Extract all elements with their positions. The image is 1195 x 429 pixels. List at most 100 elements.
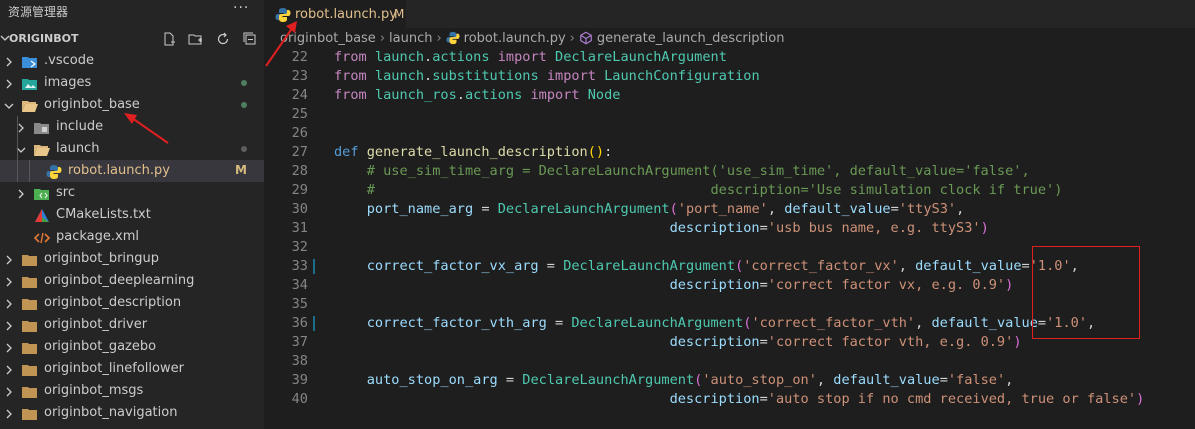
line-number: 28 xyxy=(291,163,308,179)
code-line[interactable]: 22 from launch.actions import DeclareLaun… xyxy=(264,48,1195,67)
chevron-right-icon[interactable] xyxy=(4,340,14,354)
tree-item[interactable]: originbot_description xyxy=(0,292,264,314)
chevron-right-icon[interactable] xyxy=(4,252,14,266)
chevron-right-icon[interactable] xyxy=(4,76,14,90)
code-line[interactable]: 39 auto_stop_on_arg = DeclareLaunchArgum… xyxy=(264,371,1195,390)
tree-item[interactable]: originbot_bringup xyxy=(0,248,264,270)
code-token: from xyxy=(334,49,367,65)
tree-item[interactable]: .vscode xyxy=(0,50,264,72)
code-token: DeclareLaunchArgument xyxy=(563,258,736,274)
src-folder-icon xyxy=(34,186,49,200)
code-token: , xyxy=(1005,372,1014,388)
code-line[interactable]: 29 # description='Use simulation clock i… xyxy=(264,181,1195,200)
code-line[interactable]: 30 port_name_arg = DeclareLaunchArgument… xyxy=(264,200,1195,219)
tree-item-label: originbot_deeplearning xyxy=(44,273,195,288)
code-token: 'auto_stop_on' xyxy=(702,372,817,388)
code-line[interactable]: 27 def generate_launch_description(): xyxy=(264,143,1195,162)
tree-item[interactable]: originbot_deeplearning xyxy=(0,270,264,292)
tree-item[interactable]: src xyxy=(0,182,264,204)
code-token: description xyxy=(669,277,760,293)
code-token: , xyxy=(898,258,916,274)
symbol-method-icon xyxy=(579,31,593,47)
tree-item-label: originbot_gazebo xyxy=(44,339,157,354)
tree-item[interactable]: include xyxy=(0,116,264,138)
chevron-right-icon: › xyxy=(379,31,386,46)
new-file-icon[interactable] xyxy=(161,31,177,47)
tree-item[interactable]: images xyxy=(0,72,264,94)
code-token: , xyxy=(816,372,834,388)
code-text: description='auto stop if no cmd receive… xyxy=(334,391,1145,407)
code-text: # use_sim_time_arg = DeclareLaunchArgume… xyxy=(334,163,1030,179)
tree-item[interactable]: originbot_linefollower xyxy=(0,358,264,380)
code-line[interactable]: 28 # use_sim_time_arg = DeclareLaunchArg… xyxy=(264,162,1195,181)
tab-robot-launch[interactable]: robot.launch.py M xyxy=(264,0,406,29)
chevron-right-icon[interactable] xyxy=(4,406,14,420)
code-token: DeclareLaunchArgument xyxy=(571,315,744,331)
refresh-icon[interactable] xyxy=(215,31,231,47)
chevron-right-icon[interactable] xyxy=(4,54,14,68)
code-token: . xyxy=(424,49,433,65)
chevron-right-icon[interactable] xyxy=(4,318,14,332)
breadcrumb-item[interactable]: launch xyxy=(389,31,432,46)
breadcrumb-item[interactable]: robot.launch.py xyxy=(464,31,566,46)
project-header[interactable]: ORIGINBOT xyxy=(0,29,264,49)
breadcrumb-item[interactable]: generate_launch_description xyxy=(597,31,785,46)
code-token: = xyxy=(759,391,768,407)
tree-item[interactable]: originbot_base xyxy=(0,94,264,116)
code-text: def generate_launch_description(): xyxy=(334,144,612,160)
code-line[interactable]: 24 from launch_ros.actions import Node xyxy=(264,86,1195,105)
code-token: import xyxy=(530,87,580,103)
breadcrumb-item[interactable]: originbot_base xyxy=(280,31,376,46)
chevron-right-icon[interactable] xyxy=(16,186,26,200)
code-text: auto_stop_on_arg = DeclareLaunchArgument… xyxy=(334,372,1014,388)
chevron-right-icon[interactable] xyxy=(4,274,14,288)
code-token: , xyxy=(956,201,965,217)
code-token: Node xyxy=(587,87,621,103)
code-token: = xyxy=(890,201,899,217)
collapse-all-icon[interactable] xyxy=(242,31,258,47)
line-number: 24 xyxy=(291,87,308,103)
tab-label: robot.launch.py xyxy=(295,7,397,22)
tree-item[interactable]: launch xyxy=(0,138,264,160)
tree-item[interactable]: originbot_navigation xyxy=(0,402,264,424)
vscode-folder-icon xyxy=(22,54,37,68)
tree-item-label: CMakeLists.txt xyxy=(56,207,151,222)
code-token: . xyxy=(456,87,465,103)
code-line[interactable]: 23 from launch.substitutions import Launc… xyxy=(264,67,1195,86)
chevron-right-icon[interactable] xyxy=(4,384,14,398)
code-line[interactable]: 25 xyxy=(264,105,1195,124)
tree-item[interactable]: robot.launch.py M xyxy=(0,160,264,182)
code-token: launch_ros xyxy=(374,87,457,103)
tree-item[interactable]: originbot_gazebo xyxy=(0,336,264,358)
new-folder-icon[interactable] xyxy=(188,31,204,47)
tree-item[interactable]: originbot_driver xyxy=(0,314,264,336)
code-line[interactable]: 31 description='usb bus name, e.g. ttyS3… xyxy=(264,219,1195,238)
tree-item-label: originbot_description xyxy=(44,295,182,310)
python-icon xyxy=(446,31,460,47)
code-token: , xyxy=(767,201,785,217)
code-token: . xyxy=(424,68,433,84)
more-actions-icon[interactable]: ··· xyxy=(233,0,249,16)
explorer-sidebar: 资源管理器 ··· ORIGINBOT .vscode images originb… xyxy=(0,0,264,429)
line-number: 32 xyxy=(291,239,308,255)
explorer-title: 资源管理器 xyxy=(8,5,69,19)
tree-item[interactable]: originbot_msgs xyxy=(0,380,264,402)
code-token: 'false' xyxy=(947,372,1006,388)
tree-item[interactable]: CMakeLists.txt xyxy=(0,204,264,226)
folder-icon xyxy=(22,318,37,332)
code-line[interactable]: 38 xyxy=(264,352,1195,371)
chevron-down-icon[interactable] xyxy=(4,98,14,112)
tree-item[interactable]: package.xml xyxy=(0,226,264,248)
chevron-right-icon[interactable] xyxy=(4,362,14,376)
code-line[interactable]: 40 description='auto stop if no cmd rece… xyxy=(264,390,1195,409)
code-token: : xyxy=(604,144,613,160)
chevron-right-icon[interactable] xyxy=(4,296,14,310)
line-number: 27 xyxy=(291,144,308,160)
code-line[interactable]: 26 xyxy=(264,124,1195,143)
